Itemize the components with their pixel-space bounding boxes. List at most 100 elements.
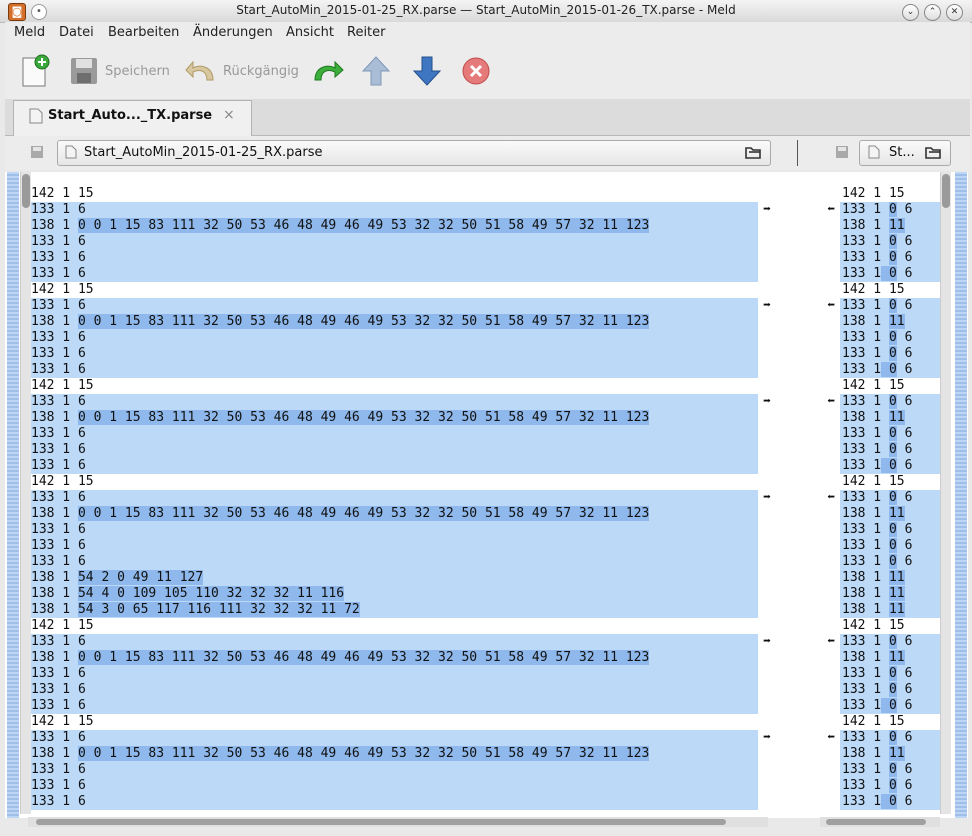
redo-button[interactable] <box>311 53 345 89</box>
left-line-text: 142 1 15 <box>31 378 94 393</box>
copy-right-arrow-icon[interactable]: ➡ <box>758 730 782 746</box>
left-open-folder-icon[interactable] <box>744 144 762 160</box>
tab-close-icon[interactable]: × <box>223 107 235 123</box>
right-diff-line: 138 1 11 <box>840 746 940 762</box>
link-map: ➡ ⬅ ➡ ⬅ ➡ ⬅ ➡ ⬅ ➡ ⬅ ➡ ⬅ <box>758 186 840 818</box>
right-line-text: 142 1 15 <box>842 378 905 393</box>
right-diff-line: 133 1 0 6 <box>840 538 940 554</box>
right-line-text: 133 1 0 6 <box>842 730 913 745</box>
left-line-text: 133 1 6 <box>31 634 86 649</box>
left-vertical-scrollbar[interactable] <box>20 172 31 814</box>
left-diff-line: 133 1 6 <box>31 682 758 698</box>
right-diff-line: 138 1 11 <box>840 570 940 586</box>
pane-separator <box>797 140 798 166</box>
right-diff-line: 133 1 0 6 <box>840 634 940 650</box>
left-diff-line: 133 1 6 <box>31 730 758 746</box>
right-line-text: 138 1 11 <box>842 602 905 617</box>
stop-button[interactable] <box>461 53 491 89</box>
left-diff-line: 142 1 15 <box>31 618 758 634</box>
right-diff-line: 133 1 0 6 <box>840 762 940 778</box>
right-line-text: 133 1 0 6 <box>842 266 913 281</box>
left-diff-line: 133 1 6 <box>31 426 758 442</box>
right-line-text: 138 1 11 <box>842 506 905 521</box>
left-line-text: 142 1 15 <box>31 474 94 489</box>
left-diff-line: 138 1 0 0 1 15 83 111 32 50 53 46 48 49 … <box>31 506 758 522</box>
right-overview-map[interactable] <box>955 172 967 818</box>
left-line-text: 133 1 6 <box>31 346 86 361</box>
menu-aenderungen[interactable]: Änderungen <box>193 25 273 40</box>
undo-button[interactable]: Rückgängig <box>185 53 299 89</box>
copy-left-arrow-icon[interactable]: ⬅ <box>816 298 840 314</box>
right-line-text: 133 1 0 6 <box>842 666 913 681</box>
right-horizontal-scrollbar[interactable] <box>820 817 940 827</box>
copy-right-arrow-icon[interactable]: ➡ <box>758 490 782 506</box>
right-diff-line: 133 1 0 6 <box>840 778 940 794</box>
copy-left-arrow-icon[interactable]: ⬅ <box>816 730 840 746</box>
left-overview-map[interactable] <box>7 172 19 818</box>
save-button[interactable]: Speichern <box>69 53 170 89</box>
close-icon[interactable]: ✕ <box>946 4 963 21</box>
left-line-text: 133 1 6 <box>31 298 86 313</box>
left-text-pane[interactable]: 142 1 15 133 1 6 138 1 0 0 1 15 83 111 32 … <box>31 186 758 818</box>
right-line-text: 133 1 0 6 <box>842 250 913 265</box>
copy-right-arrow-icon[interactable]: ➡ <box>758 394 782 410</box>
minimize-icon[interactable]: ⌄ <box>902 4 919 21</box>
right-line-text: 142 1 15 <box>842 618 905 633</box>
right-diff-line: 138 1 11 <box>840 586 940 602</box>
right-scroll-thumb[interactable] <box>942 174 950 208</box>
menu-reiter[interactable]: Reiter <box>347 25 386 40</box>
arrow-down-icon <box>412 56 442 86</box>
copy-right-arrow-icon[interactable]: ➡ <box>758 634 782 650</box>
left-save-icon[interactable] <box>30 145 44 159</box>
copy-left-arrow-icon[interactable]: ⬅ <box>816 490 840 506</box>
copy-right-arrow-icon[interactable]: ➡ <box>758 298 782 314</box>
menu-ansicht[interactable]: Ansicht <box>286 25 334 40</box>
left-line-text: 133 1 6 <box>31 490 86 505</box>
left-diff-line: 133 1 6 <box>31 362 758 378</box>
left-line-text: 133 1 6 <box>31 234 86 249</box>
left-scroll-thumb[interactable] <box>22 174 30 208</box>
right-vertical-scrollbar[interactable] <box>940 172 951 814</box>
right-hscroll-thumb[interactable] <box>826 819 926 825</box>
right-text-pane[interactable]: 142 1 15 133 1 0 6 138 1 11 133 1 0 6 133 1 … <box>840 186 940 818</box>
left-line-text: 138 1 0 0 1 15 83 111 32 50 53 46 48 49 … <box>31 410 650 425</box>
previous-change-button[interactable] <box>361 53 391 89</box>
right-diff-line: 138 1 11 <box>840 314 940 330</box>
left-diff-line: 142 1 15 <box>31 378 758 394</box>
right-save-icon[interactable] <box>835 145 849 159</box>
copy-left-arrow-icon[interactable]: ⬅ <box>816 634 840 650</box>
right-line-text: 133 1 0 6 <box>842 330 913 345</box>
right-diff-line: 133 1 0 6 <box>840 362 940 378</box>
copy-right-arrow-icon[interactable]: ➡ <box>758 202 782 218</box>
new-comparison-button[interactable] <box>19 53 51 89</box>
right-diff-line: 133 1 0 6 <box>840 250 940 266</box>
right-line-text: 133 1 0 6 <box>842 634 913 649</box>
copy-left-arrow-icon[interactable]: ⬅ <box>816 394 840 410</box>
right-line-text: 133 1 0 6 <box>842 394 913 409</box>
right-diff-line: 133 1 0 6 <box>840 522 940 538</box>
menu-datei[interactable]: Datei <box>59 25 94 40</box>
next-change-button[interactable] <box>412 53 442 89</box>
save-label: Speichern <box>105 63 170 79</box>
maximize-icon[interactable]: ⌃ <box>924 4 941 21</box>
right-line-text: 133 1 0 6 <box>842 698 913 713</box>
right-line-text: 142 1 15 <box>842 714 905 729</box>
stop-icon <box>462 57 490 85</box>
toolbar: Speichern Rückgängig <box>5 44 970 100</box>
left-diff-line: 133 1 6 <box>31 202 758 218</box>
right-diff-line: 133 1 0 6 <box>840 298 940 314</box>
copy-left-arrow-icon[interactable]: ⬅ <box>816 202 840 218</box>
right-diff-line: 133 1 0 6 <box>840 426 940 442</box>
left-line-text: 133 1 6 <box>31 666 86 681</box>
left-line-text: 138 1 54 3 0 65 117 116 111 32 32 32 11 … <box>31 602 360 617</box>
right-line-text: 133 1 0 6 <box>842 234 913 249</box>
left-diff-line: 133 1 6 <box>31 298 758 314</box>
right-open-folder-icon[interactable] <box>924 144 942 160</box>
left-horizontal-scrollbar[interactable] <box>28 817 768 827</box>
menu-bearbeiten[interactable]: Bearbeiten <box>108 25 179 40</box>
left-hscroll-thumb[interactable] <box>36 819 726 825</box>
left-line-text: 142 1 15 <box>31 282 94 297</box>
left-line-text: 133 1 6 <box>31 394 86 409</box>
menu-meld[interactable]: Meld <box>14 25 45 40</box>
left-line-text: 138 1 0 0 1 15 83 111 32 50 53 46 48 49 … <box>31 746 650 761</box>
